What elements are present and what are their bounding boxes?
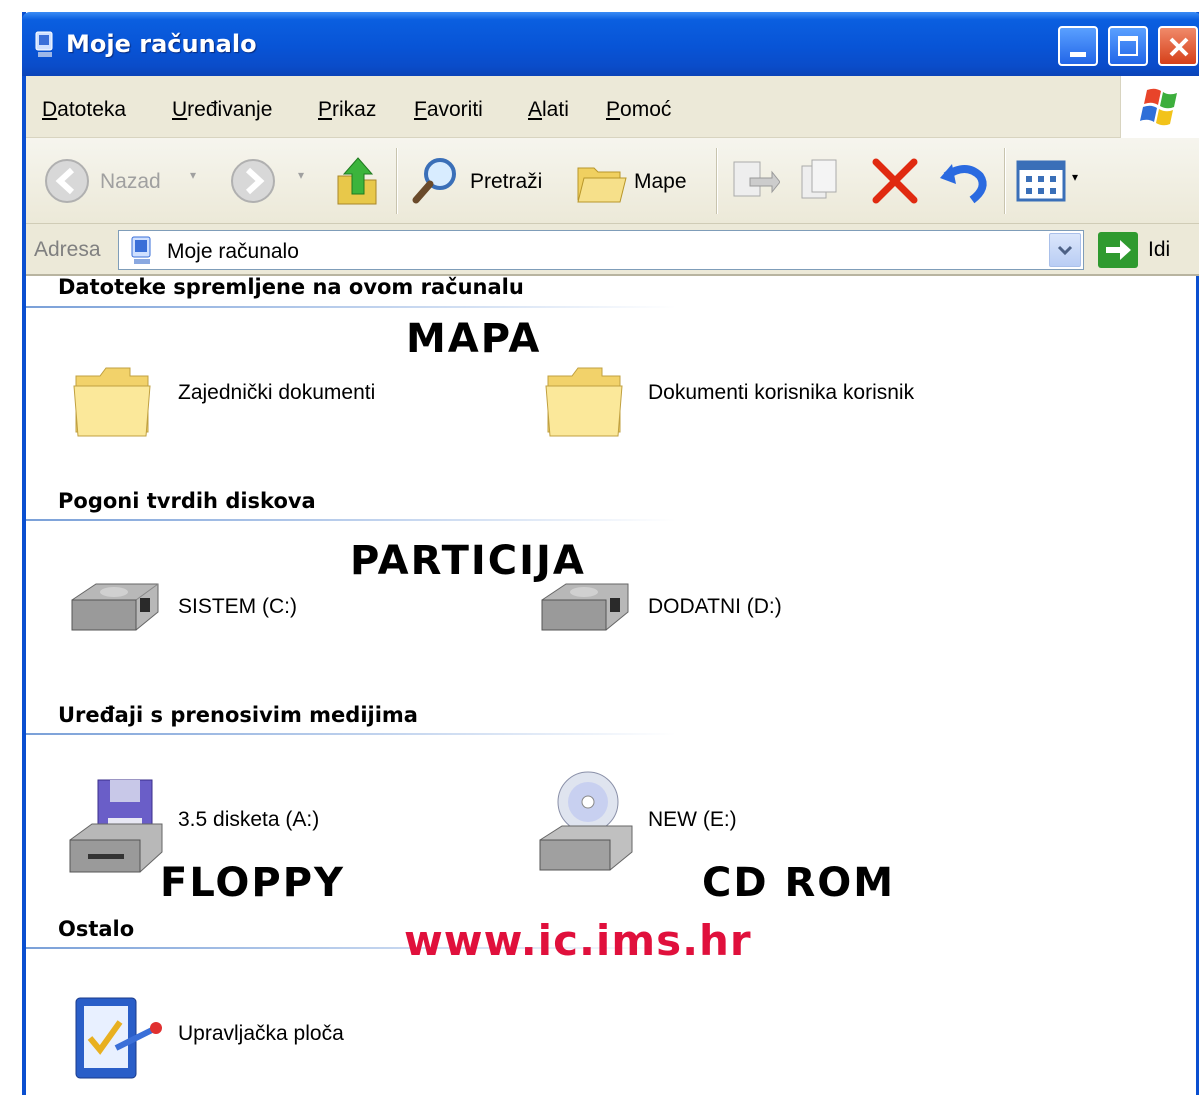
section-title-stored-files: Datoteke spremljene na ovom računalu	[58, 275, 524, 299]
address-value: Moje računalo	[167, 240, 299, 263]
section-title-other: Ostalo	[58, 917, 135, 941]
section-divider	[26, 519, 676, 521]
views-dropdown-arrow-icon[interactable]: ▾	[1072, 170, 1078, 184]
menu-bar: Datoteka Uređivanje Prikaz Favoriti Alat…	[26, 76, 1199, 138]
folders-icon[interactable]	[574, 158, 630, 206]
search-icon[interactable]	[408, 152, 464, 208]
section-divider	[26, 306, 676, 308]
menu-file[interactable]: Datoteka	[42, 98, 126, 122]
hard-drive-icon	[541, 583, 629, 631]
section-title-hard-drives: Pogoni tvrdih diskova	[58, 489, 316, 513]
section-divider	[26, 733, 676, 735]
close-icon	[1169, 37, 1189, 57]
search-button-label[interactable]: Pretraži	[470, 170, 542, 194]
annotation-cdrom: CD ROM	[702, 860, 896, 906]
maximize-button[interactable]	[1108, 26, 1148, 66]
item-label: Dokumenti korisnika korisnik	[648, 381, 915, 404]
annotation-floppy: FLOPPY	[160, 860, 345, 906]
my-computer-icon	[131, 236, 151, 264]
menu-view[interactable]: Prikaz	[318, 98, 376, 122]
item-label: 3.5 disketa (A:)	[178, 808, 320, 831]
toolbar-separator	[396, 148, 398, 214]
hard-drive-icon	[71, 583, 159, 631]
windows-flag-icon	[1140, 88, 1177, 126]
go-button-label[interactable]: Idi	[1148, 238, 1170, 262]
item-label: Upravljačka ploča	[178, 1022, 344, 1045]
menu-tools[interactable]: Alati	[528, 98, 569, 122]
undo-icon[interactable]	[936, 154, 990, 208]
cd-drive-icon	[539, 771, 633, 871]
item-label: DODATNI (D:)	[648, 595, 782, 618]
views-icon[interactable]	[1016, 160, 1066, 202]
item-label: Zajednički dokumenti	[178, 381, 376, 404]
section-title-removable-media: Uređaji s prenosivim medijima	[58, 703, 418, 727]
back-dropdown-arrow-icon[interactable]: ▾	[190, 168, 196, 182]
title-bar[interactable]: Moje računalo	[22, 12, 1199, 76]
go-arrow-icon	[1106, 240, 1131, 260]
annotation-url: www.ic.ims.hr	[404, 916, 752, 965]
toolbar-separator	[1004, 148, 1006, 214]
menu-favorites[interactable]: Favoriti	[414, 98, 483, 122]
toolbar: Nazad ▾ ▾ Pretraži Mape ▾	[26, 138, 1199, 224]
address-bar: Adresa Moje računalo Idi	[26, 224, 1199, 276]
minimize-button[interactable]	[1058, 26, 1098, 66]
control-panel-icon	[75, 997, 162, 1079]
forward-dropdown-arrow-icon[interactable]: ▾	[298, 168, 304, 182]
address-dropdown-button[interactable]	[1049, 233, 1081, 267]
delete-icon[interactable]	[868, 154, 922, 208]
toolbar-separator	[716, 148, 718, 214]
copy-to-icon[interactable]	[796, 156, 848, 206]
up-folder-icon[interactable]	[332, 154, 382, 208]
my-computer-icon	[35, 31, 53, 57]
annotation-mapa: MAPA	[406, 316, 542, 362]
menu-edit[interactable]: Uređivanje	[172, 98, 272, 122]
item-label: SISTEM (C:)	[178, 595, 297, 618]
menu-help[interactable]: Pomoć	[606, 98, 671, 122]
chevron-down-icon	[1057, 245, 1073, 256]
floppy-drive-icon	[69, 779, 163, 873]
back-button-label[interactable]: Nazad	[100, 170, 161, 194]
folders-button-label[interactable]: Mape	[634, 170, 687, 194]
item-label: NEW (E:)	[648, 808, 737, 831]
move-to-icon[interactable]	[728, 156, 780, 206]
folder-icon	[73, 367, 151, 437]
window-title: Moje računalo	[66, 30, 257, 58]
forward-arrow-icon[interactable]	[230, 158, 276, 204]
explorer-window: Moje računalo Datoteka Uređivanje Prikaz…	[22, 12, 1199, 1095]
back-arrow-icon[interactable]	[44, 158, 90, 204]
address-field[interactable]: Moje računalo	[118, 230, 1084, 270]
go-button[interactable]	[1098, 232, 1138, 268]
folder-icon	[545, 367, 623, 437]
close-button[interactable]	[1158, 26, 1198, 66]
address-label: Adresa	[34, 238, 101, 261]
windows-logo	[1120, 76, 1199, 138]
